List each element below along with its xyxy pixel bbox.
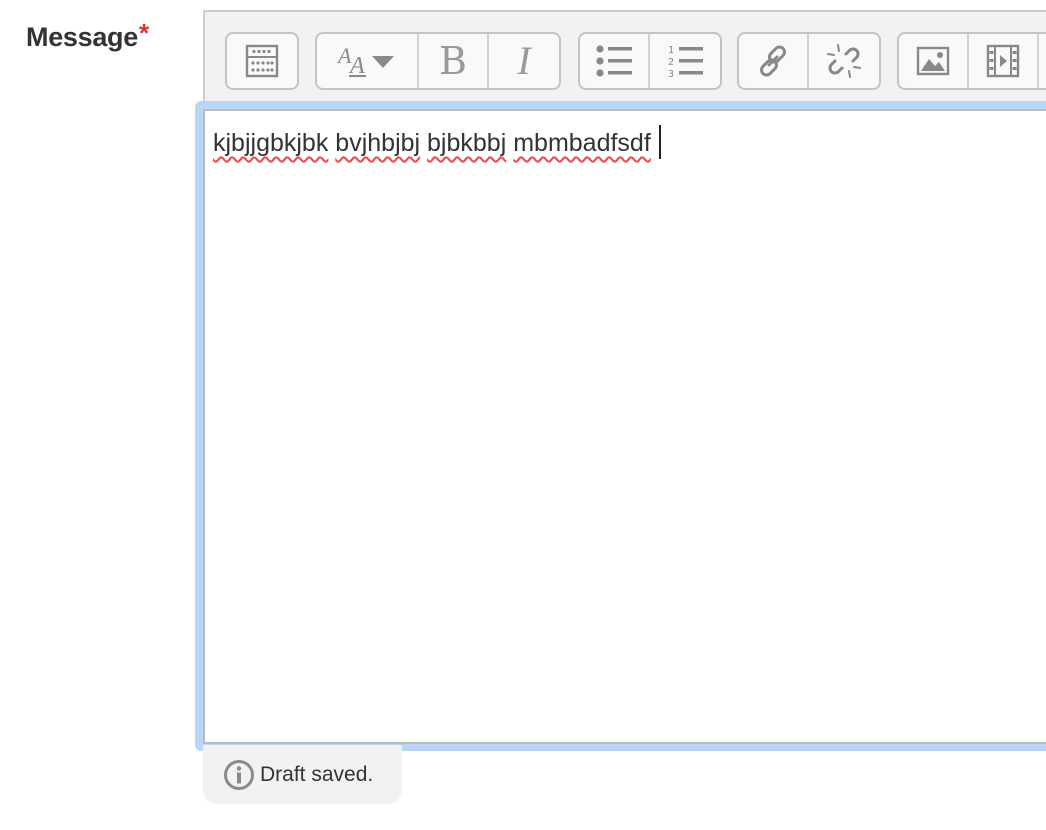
toolbar-group-lists: 1 2 3 — [578, 32, 722, 90]
bold-icon: B — [439, 39, 467, 83]
toolbar-group-style: A A B I — [315, 32, 561, 90]
italic-icon: I — [517, 38, 531, 83]
unlink-button[interactable] — [809, 34, 879, 88]
autosave-status: Draft saved. — [203, 745, 402, 804]
more-toolbar-button[interactable] — [1039, 34, 1046, 88]
toolbar-toggle-button[interactable] — [227, 34, 297, 88]
show-more-icon — [245, 44, 279, 78]
spellcheck-word: bjbkbbj — [427, 129, 507, 157]
insert-image-button[interactable] — [899, 34, 969, 88]
image-icon — [916, 46, 950, 76]
insert-media-button[interactable] — [969, 34, 1039, 88]
editor-content-area[interactable]: kjbjjgbkjbk bvjhbjbj bjbkbbj mbmbadfsdf — [203, 109, 1046, 744]
required-marker: * — [138, 18, 149, 48]
link-button[interactable] — [739, 34, 809, 88]
bold-button[interactable]: B — [419, 34, 489, 88]
italic-button[interactable]: I — [489, 34, 559, 88]
message-label: Message* — [26, 18, 149, 53]
unordered-list-button[interactable] — [580, 34, 650, 88]
message-form-field: Message* A A B I 1 2 3 kjbjjgbkjbk bvjhb… — [0, 0, 1046, 830]
svg-text:2: 2 — [668, 57, 674, 68]
film-icon — [986, 44, 1020, 78]
ordered-list-button[interactable]: 1 2 3 — [650, 34, 720, 88]
spellcheck-word: bvjhbjbj — [335, 129, 421, 157]
bullet-list-icon — [596, 45, 632, 77]
font-size-dropdown-icon: A A — [336, 43, 394, 79]
rich-text-editor: A A B I 1 2 3 kjbjjgbkjbk bvjhbjbj bjbkb… — [195, 10, 1046, 751]
unlink-icon — [827, 44, 861, 78]
editor-toolbar: A A B I 1 2 3 — [203, 10, 1046, 102]
info-icon — [224, 759, 254, 790]
numbered-list-icon: 1 2 3 — [668, 45, 703, 79]
svg-text:3: 3 — [668, 69, 674, 79]
toolbar-group-toggle — [225, 32, 299, 90]
autosave-status-text: Draft saved. — [260, 762, 374, 786]
link-icon — [760, 45, 786, 77]
spellcheck-word: kjbjjgbkjbk — [213, 129, 329, 157]
text-caret — [658, 125, 661, 159]
paragraph-styles-button[interactable]: A A — [317, 34, 419, 88]
editor-focus-ring: kjbjjgbkjbk bvjhbjbj bjbkbbj mbmbadfsdf — [195, 101, 1046, 751]
spellcheck-word: mbmbadfsdf — [513, 129, 651, 157]
toolbar-group-links — [737, 32, 881, 90]
message-label-text: Message — [26, 22, 138, 52]
svg-text:1: 1 — [668, 45, 674, 56]
toolbar-group-media — [897, 32, 1046, 90]
